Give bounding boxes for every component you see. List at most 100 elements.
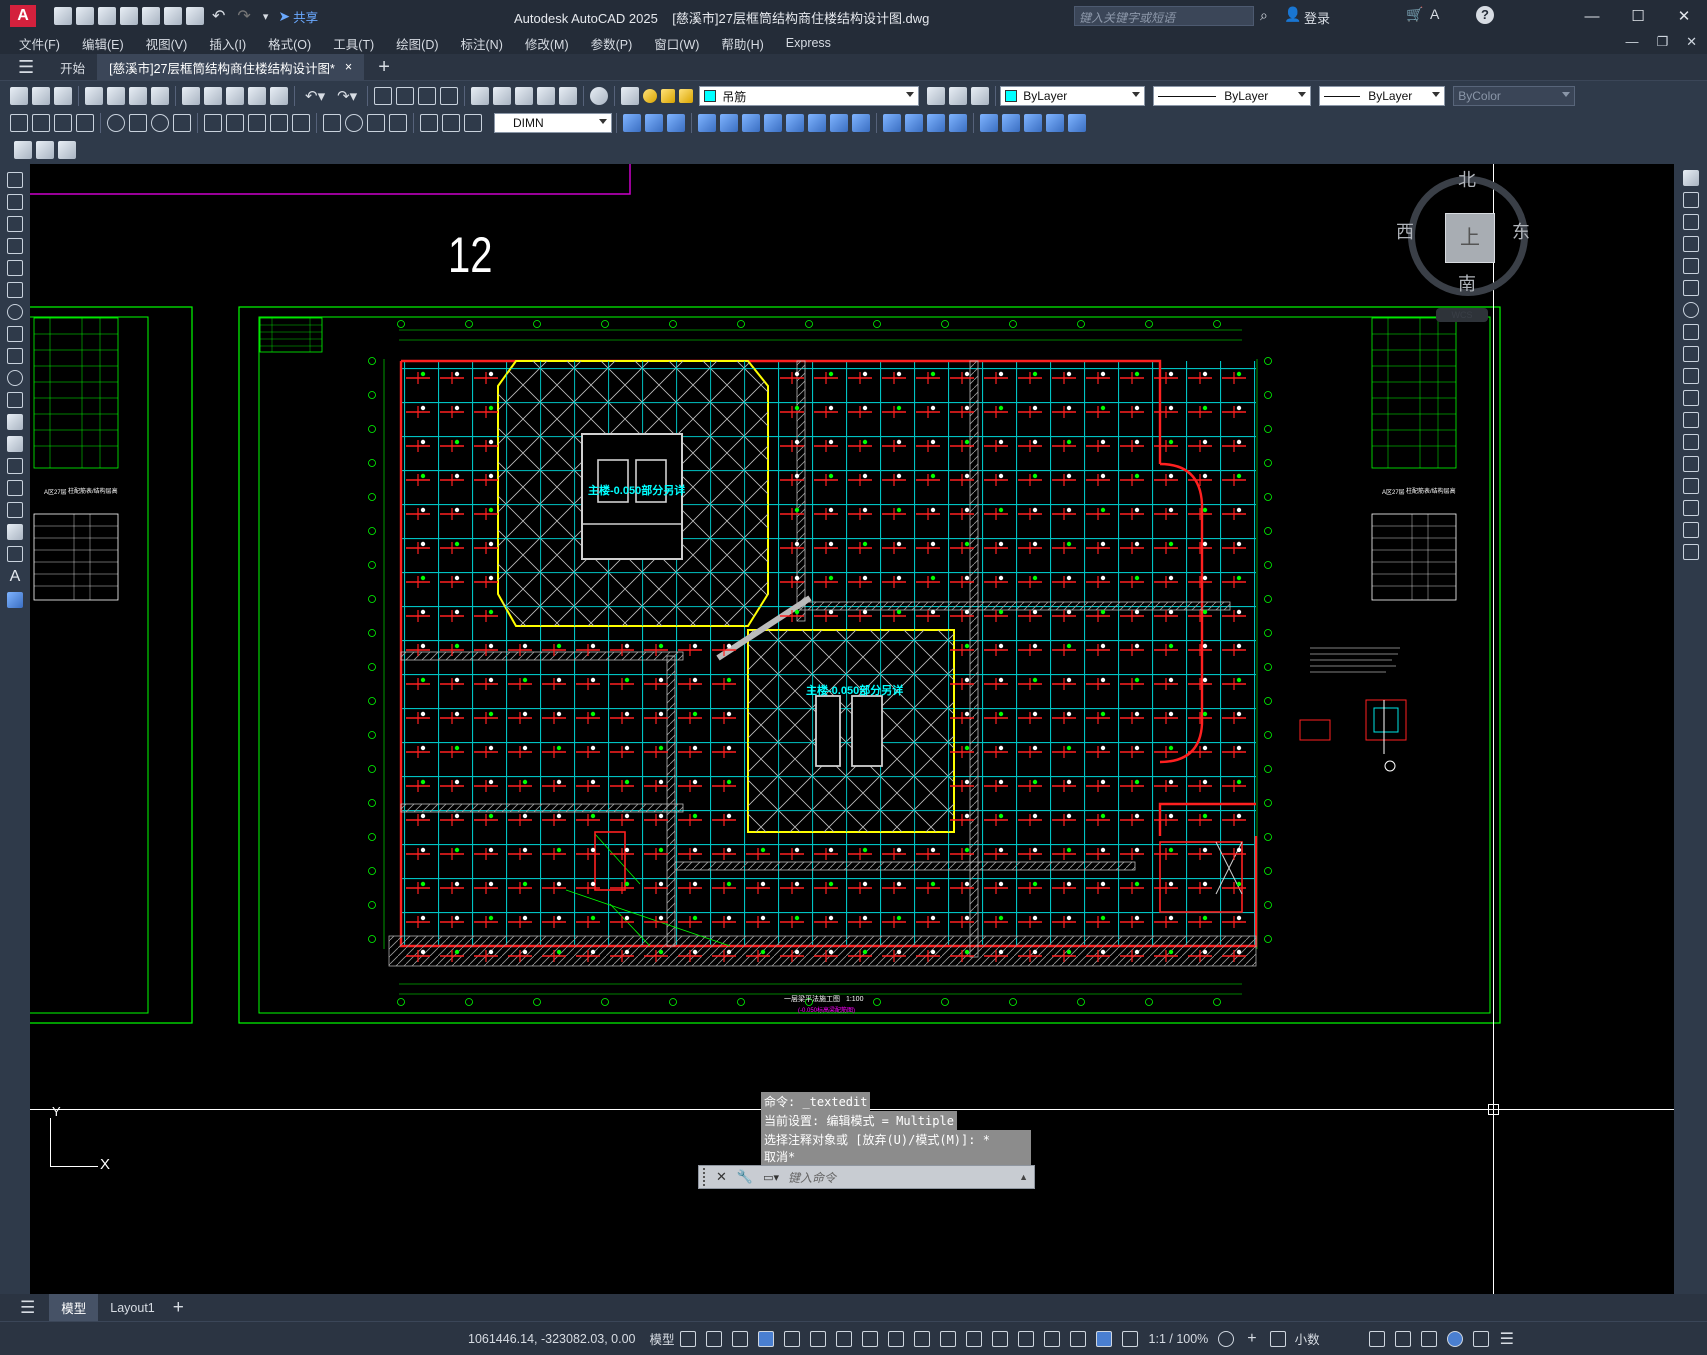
command-grip-icon[interactable]: [703, 1168, 711, 1186]
design-center-icon[interactable]: [493, 87, 512, 105]
ortho-icon[interactable]: [783, 1330, 800, 1347]
save-to-web-icon[interactable]: [164, 7, 182, 25]
layout-menu-icon[interactable]: ☰: [20, 1298, 35, 1318]
make-current-icon[interactable]: [927, 87, 946, 105]
undo-icon[interactable]: ↶: [212, 6, 225, 26]
menu-item[interactable]: 编辑(E): [71, 34, 135, 53]
arc-length-icon[interactable]: [54, 114, 72, 132]
search-box[interactable]: 键入关键字或短语: [1074, 6, 1254, 26]
grid-icon[interactable]: [679, 1330, 696, 1347]
units-icon[interactable]: [1269, 1330, 1286, 1347]
workspace-icon[interactable]: [1218, 1330, 1235, 1347]
infer-constraints-icon[interactable]: [731, 1330, 748, 1347]
join-icon[interactable]: [1682, 456, 1699, 472]
viewcube-north[interactable]: 北: [1458, 166, 1476, 192]
match-properties-icon[interactable]: [248, 87, 266, 105]
paste-icon[interactable]: [226, 87, 244, 105]
jogged-dim-icon[interactable]: [129, 114, 147, 132]
table-icon[interactable]: [7, 546, 23, 562]
lock-ui-icon[interactable]: [1394, 1330, 1411, 1347]
hamburger-menu-icon[interactable]: ☰: [18, 57, 34, 78]
wcs-menu[interactable]: WCS: [1436, 308, 1488, 322]
command-history-arrow-icon[interactable]: ▲: [1019, 1172, 1028, 1182]
polyline-icon[interactable]: [7, 216, 23, 232]
save-icon[interactable]: [54, 87, 72, 105]
menu-item[interactable]: 修改(M): [514, 34, 580, 53]
menu-item[interactable]: 标注(N): [450, 34, 514, 53]
ellipse-arc-icon[interactable]: [7, 392, 23, 408]
polar-icon[interactable]: [809, 1330, 826, 1347]
modify-scale-icon[interactable]: [764, 114, 782, 132]
revision-cloud-icon[interactable]: [7, 326, 23, 342]
modify-break-icon[interactable]: [852, 114, 870, 132]
continue-dim-icon[interactable]: [248, 114, 266, 132]
plot-icon[interactable]: [186, 7, 204, 25]
circle-icon[interactable]: [7, 304, 23, 320]
offset-icon[interactable]: [1682, 236, 1699, 252]
plot-icon[interactable]: [85, 87, 103, 105]
menu-item[interactable]: 文件(F): [8, 34, 71, 53]
zoom-previous-icon[interactable]: [440, 87, 459, 105]
qnew-icon[interactable]: [10, 87, 28, 105]
hardware-acceleration-icon[interactable]: [1446, 1330, 1463, 1347]
annotation-visibility-icon[interactable]: [1095, 1330, 1112, 1347]
customize-qat-icon[interactable]: ▾: [263, 10, 269, 23]
units-dropdown[interactable]: 小数: [1295, 1329, 1355, 1348]
save-as-icon[interactable]: [120, 7, 138, 25]
maximize-button[interactable]: ☐: [1615, 0, 1661, 32]
user-icon[interactable]: 👤: [1284, 6, 1301, 23]
cut-icon[interactable]: [182, 87, 200, 105]
doc-restore-button[interactable]: ❐: [1656, 34, 1668, 50]
new-tab-button[interactable]: +: [378, 56, 390, 79]
3d-osnap-icon[interactable]: [991, 1330, 1008, 1347]
dim-space-icon[interactable]: [270, 114, 288, 132]
menu-item[interactable]: 绘图(D): [385, 34, 449, 53]
save-icon[interactable]: [98, 7, 116, 25]
3dprint-icon[interactable]: [151, 87, 169, 105]
menu-item[interactable]: 视图(V): [135, 34, 199, 53]
make-block-icon[interactable]: [7, 436, 23, 452]
ellipse-icon[interactable]: [7, 370, 23, 386]
autodesk-apps-icon[interactable]: A: [1430, 6, 1439, 22]
snap-icon[interactable]: [705, 1330, 722, 1347]
tool-palettes-icon[interactable]: [515, 87, 534, 105]
redo-icon[interactable]: ↷▾: [337, 87, 357, 105]
hatch-to-back-icon[interactable]: [1046, 114, 1064, 132]
cart-icon[interactable]: 🛒: [1406, 6, 1423, 23]
menu-item[interactable]: 格式(O): [257, 34, 322, 53]
dimstyle-dropdown[interactable]: DIMN: [494, 113, 612, 133]
hatch-icon[interactable]: [7, 480, 23, 496]
move-icon[interactable]: [1682, 280, 1699, 296]
center-mark-icon[interactable]: [345, 114, 363, 132]
viewcube-west[interactable]: 西: [1396, 218, 1414, 244]
diameter-dim-icon[interactable]: [151, 114, 169, 132]
extend-icon[interactable]: [1682, 390, 1699, 406]
command-recent-icon[interactable]: ▭▾: [763, 1171, 779, 1184]
properties-icon[interactable]: [471, 87, 490, 105]
tolerance-icon[interactable]: [323, 114, 341, 132]
pan-icon[interactable]: [374, 87, 393, 105]
share-button[interactable]: 共享: [293, 7, 318, 26]
modify-mirror-icon[interactable]: [645, 114, 663, 132]
open-icon[interactable]: [32, 87, 50, 105]
modify-chamfer-icon[interactable]: [905, 114, 923, 132]
linetype-dropdown[interactable]: ByLayer: [1153, 86, 1312, 106]
menu-item[interactable]: 窗口(W): [643, 34, 710, 53]
ordinate-dim-icon[interactable]: [76, 114, 94, 132]
menu-item[interactable]: 参数(P): [580, 34, 644, 53]
chamfer-icon[interactable]: [1682, 478, 1699, 494]
menu-item[interactable]: 帮助(H): [710, 34, 774, 53]
help-toolbar-icon[interactable]: [590, 87, 609, 105]
linear-dim-icon[interactable]: [10, 114, 28, 132]
blend-curves-icon[interactable]: [1682, 522, 1699, 538]
tab-model[interactable]: 模型: [49, 1294, 99, 1321]
open-from-web-icon[interactable]: [142, 7, 160, 25]
dim-edit-icon[interactable]: [420, 114, 438, 132]
auto-scale-icon[interactable]: [1121, 1330, 1138, 1347]
modify-blend-icon[interactable]: [949, 114, 967, 132]
arc-icon[interactable]: [7, 282, 23, 298]
modify-extend-icon[interactable]: [830, 114, 848, 132]
menu-item[interactable]: Express: [775, 36, 842, 50]
draw-order-icon[interactable]: [1002, 114, 1020, 132]
share-icon[interactable]: ➤: [278, 8, 290, 25]
